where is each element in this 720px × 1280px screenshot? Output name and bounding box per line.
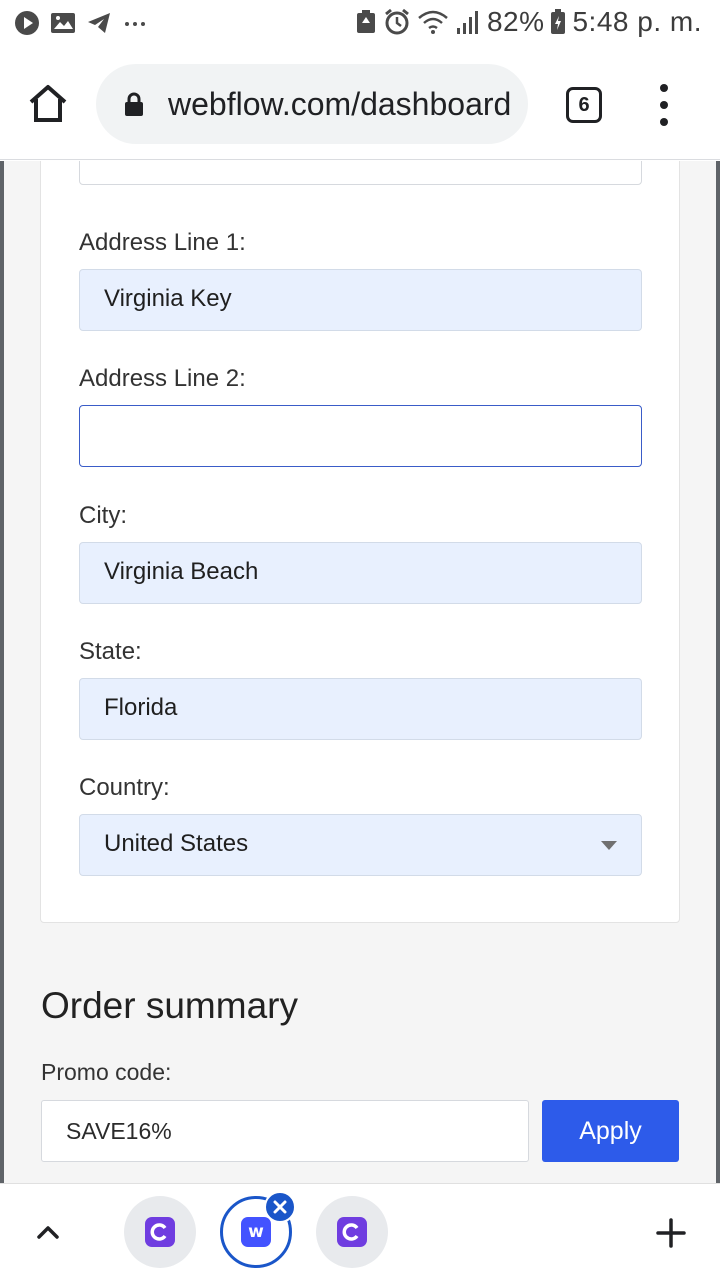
more-options-icon[interactable] <box>650 84 678 126</box>
close-tab-icon[interactable] <box>264 1191 296 1223</box>
wifi-icon <box>418 10 448 34</box>
country-select[interactable]: United States <box>79 814 642 876</box>
more-dots-icon <box>125 22 145 26</box>
address-line-1-value: Virginia Key <box>104 285 232 312</box>
new-tab-icon[interactable] <box>656 1218 686 1248</box>
url-text: webflow.com/dashboard <box>168 86 510 122</box>
craft-icon <box>337 1217 367 1247</box>
status-left-icons <box>14 10 148 36</box>
promo-code-value: SAVE16% <box>66 1118 172 1144</box>
address-line-2-label: Address Line 2: <box>79 365 246 392</box>
address-form-card: Address Line 1: Virginia Key Address Lin… <box>40 161 680 923</box>
battery-saver-icon <box>356 10 375 33</box>
clock-time: 5:48 p. m. <box>572 6 702 37</box>
country-label: Country: <box>79 774 170 801</box>
browser-toolbar: webflow.com/dashboard 6 <box>0 50 720 160</box>
promo-code-label: Promo code: <box>41 1059 172 1085</box>
state-input[interactable]: Florida <box>79 678 642 740</box>
city-input[interactable]: Virginia Beach <box>79 542 642 604</box>
home-icon[interactable] <box>26 82 70 126</box>
address-line-1-input[interactable]: Virginia Key <box>79 269 642 331</box>
craft-icon <box>145 1217 175 1247</box>
bottom-tab-bar: w <box>0 1183 720 1280</box>
battery-icon <box>551 9 566 34</box>
tab-thumbnail[interactable] <box>316 1196 388 1268</box>
tab-thumbnail[interactable] <box>124 1196 196 1268</box>
address-line-2-input[interactable] <box>79 405 642 467</box>
address-line-1-label: Address Line 1: <box>79 229 246 256</box>
state-value: Florida <box>104 694 178 721</box>
promo-code-input[interactable]: SAVE16% <box>41 1100 529 1162</box>
previous-field-input[interactable] <box>79 161 642 185</box>
order-summary-heading: Order summary <box>41 985 298 1026</box>
status-bar: 82% 5:48 p. m. <box>0 0 720 50</box>
address-bar[interactable]: webflow.com/dashboard <box>96 64 528 144</box>
country-value: United States <box>104 830 249 857</box>
image-icon <box>51 13 75 33</box>
battery-percentage: 82% <box>486 6 545 37</box>
lock-icon <box>125 92 143 116</box>
telegram-icon <box>88 13 110 33</box>
webflow-icon: w <box>241 1217 271 1247</box>
chevron-down-icon <box>601 841 617 850</box>
page-edge <box>716 161 720 1183</box>
signal-icon <box>456 11 478 34</box>
page-edge <box>0 161 4 1183</box>
chevron-up-icon[interactable] <box>34 1218 62 1246</box>
state-label: State: <box>79 638 142 665</box>
alarm-icon <box>385 8 409 35</box>
tab-switcher-button[interactable]: 6 <box>566 87 602 123</box>
apply-button[interactable]: Apply <box>542 1100 679 1162</box>
status-right: 82% 5:48 p. m. <box>355 6 702 38</box>
city-value: Virginia Beach <box>104 558 259 585</box>
city-label: City: <box>79 502 127 529</box>
play-icon <box>15 11 39 35</box>
page-content: Address Line 1: Virginia Key Address Lin… <box>0 161 720 1183</box>
